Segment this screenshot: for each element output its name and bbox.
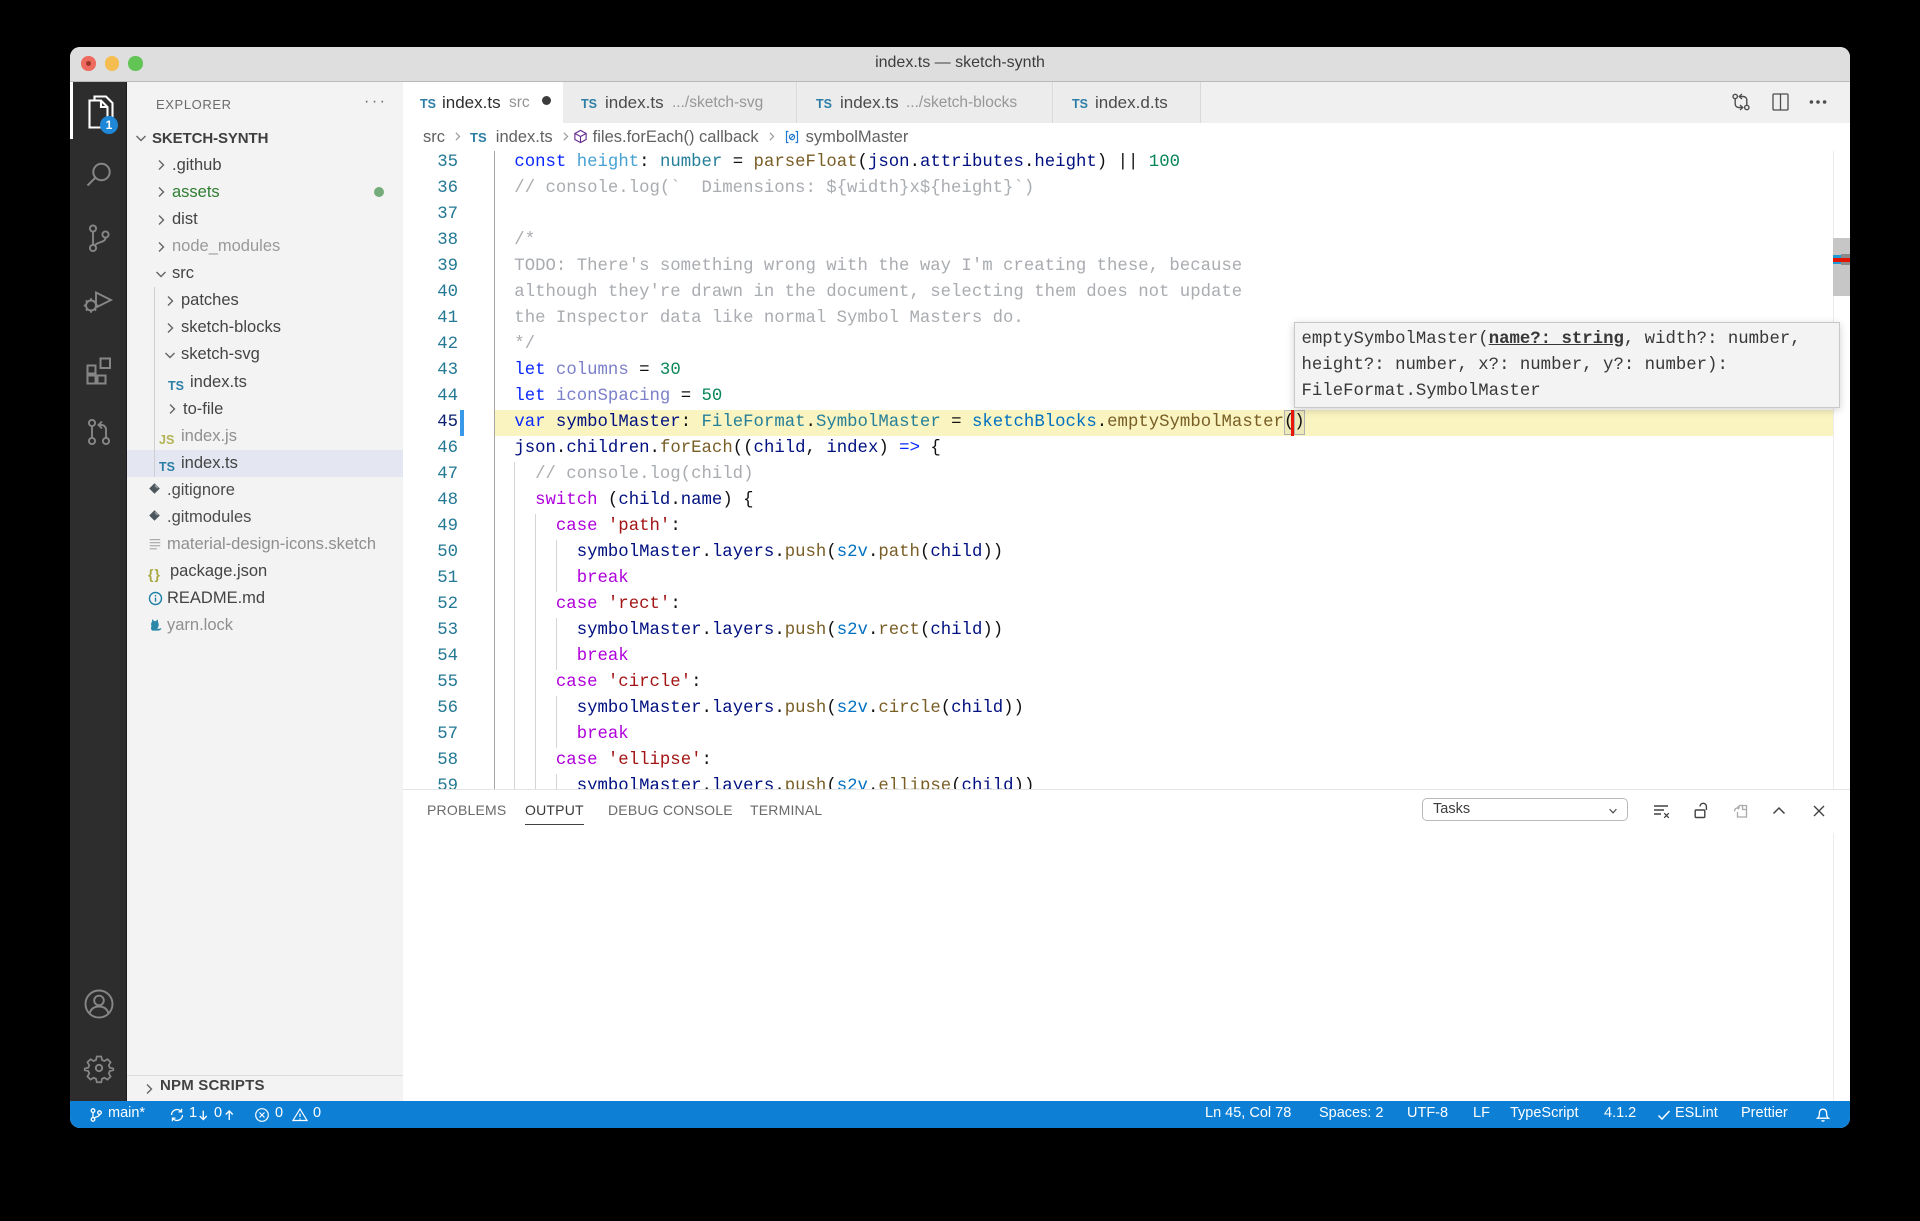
svg-text:1: 1: [106, 118, 113, 132]
